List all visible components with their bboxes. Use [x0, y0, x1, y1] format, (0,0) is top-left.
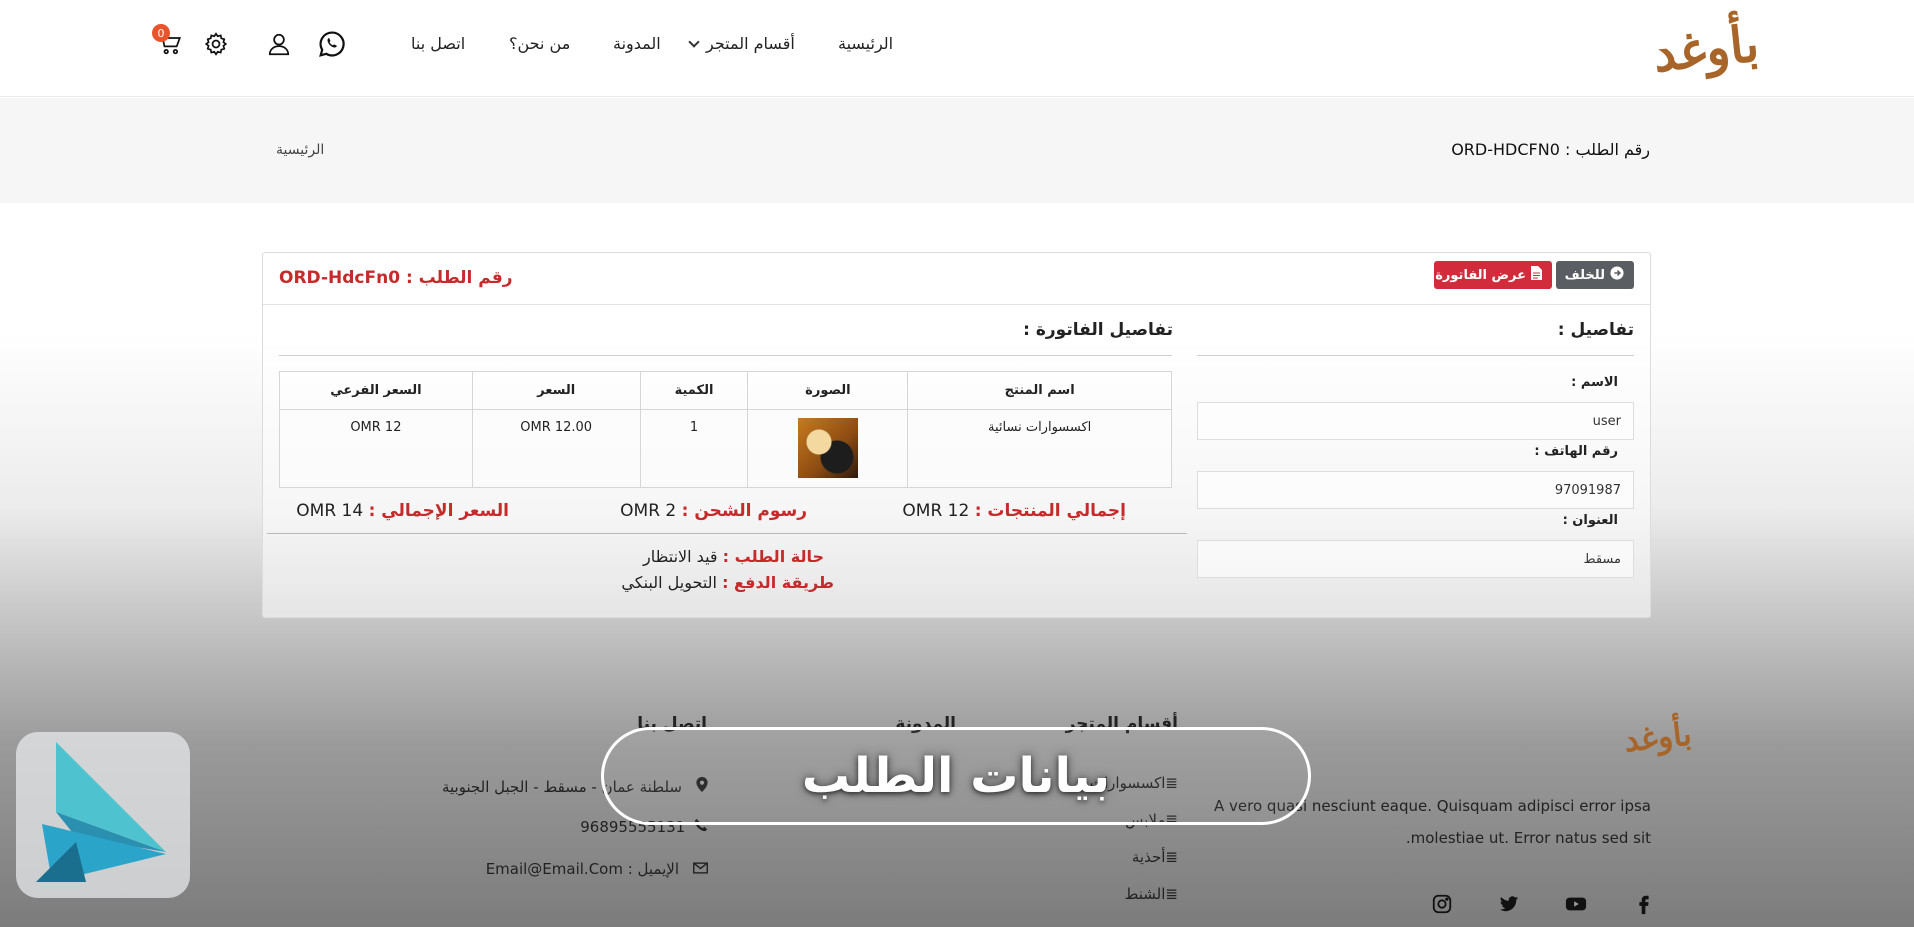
col-subtotal: السعر الفرعي	[279, 371, 473, 410]
nav-store-sections-label: أقسام المتجر	[706, 34, 795, 53]
back-button[interactable]: للخلف	[1556, 261, 1634, 289]
site-logo[interactable]: بأوغد	[1650, 1, 1761, 95]
grand-total-value: OMR 14	[296, 501, 364, 521]
table-row: اكسسوارات نسائية 1 OMR 12.00 OMR 12	[279, 409, 1172, 488]
grand-total: السعر الإجمالي : OMR 14	[296, 501, 509, 521]
cell-quantity: 1	[639, 409, 749, 488]
totals-divider	[267, 533, 1187, 534]
payment-method-value: التحويل البنكي	[621, 573, 717, 592]
nav-store-sections[interactable]: أقسام المتجر	[688, 34, 795, 53]
payment-method-label: طريقة الدفع :	[722, 573, 834, 592]
order-status: حالة الطلب : قيد الانتظار	[643, 547, 824, 566]
shipping-fee: رسوم الشحن : OMR 2	[620, 501, 807, 521]
whatsapp-icon[interactable]	[318, 30, 346, 58]
invoice-divider	[279, 355, 1172, 356]
view-invoice-label: عرض الفاتورة	[1435, 267, 1526, 283]
footer-link-label: أحذية	[1131, 848, 1166, 866]
order-status-value: قيد الانتظار	[643, 547, 718, 566]
grand-total-label: السعر الإجمالي :	[368, 501, 509, 521]
footer-email: الإيميل : Email@Email.Com	[486, 860, 708, 878]
products-total-label: إجمالي المنتجات :	[974, 501, 1126, 521]
card-order-title: رقم الطلب : ORD-HdcFn0	[279, 268, 513, 288]
order-status-label: حالة الطلب :	[722, 547, 824, 566]
product-thumbnail[interactable]	[797, 418, 858, 478]
twitter-icon[interactable]	[1498, 893, 1520, 915]
col-product-name: اسم المنتج	[907, 371, 1172, 410]
page-order-number: رقم الطلب : ORD-HDCFN0	[1451, 140, 1650, 159]
footer-link-label: الشنط	[1124, 885, 1166, 903]
nav-blog[interactable]: المدونة	[613, 34, 661, 53]
cart-icon[interactable]: 0	[152, 24, 184, 58]
channel-logo-watermark	[16, 732, 190, 898]
overlay-title-banner: بيانات الطلب	[601, 727, 1311, 825]
view-invoice-button[interactable]: عرض الفاتورة	[1434, 261, 1552, 289]
shipping-fee-value: OMR 2	[620, 501, 677, 521]
youtube-icon[interactable]	[1565, 893, 1588, 915]
col-price: السعر	[471, 371, 641, 410]
breadcrumb-bar: رقم الطلب : ORD-HDCFN0 الرئيسية	[0, 98, 1914, 203]
nav-home[interactable]: الرئيسية	[838, 34, 893, 53]
address-field[interactable]: مسقط	[1197, 540, 1634, 578]
order-details-card: رقم الطلب : ORD-HdcFn0 للخلف عرض الفاتور…	[262, 252, 1651, 618]
card-header: رقم الطلب : ORD-HdcFn0 للخلف عرض الفاتور…	[263, 253, 1650, 305]
breadcrumb-home[interactable]: الرئيسية	[276, 142, 324, 158]
user-icon[interactable]	[265, 30, 293, 58]
details-title: تفاصيل :	[1557, 320, 1634, 340]
address-label: العنوان :	[1562, 513, 1618, 528]
col-image: الصورة	[747, 371, 909, 410]
table-header-row: اسم المنتج الصورة الكمية السعر السعر الف…	[279, 371, 1172, 410]
order-items-table: اسم المنتج الصورة الكمية السعر السعر الف…	[279, 371, 1172, 488]
back-button-label: للخلف	[1564, 267, 1605, 283]
nav-contact[interactable]: اتصل بنا	[411, 34, 465, 53]
details-divider	[1197, 355, 1634, 356]
cart-count-badge: 0	[152, 24, 170, 42]
products-total: إجمالي المنتجات : OMR 12	[902, 501, 1126, 521]
cell-subtotal: OMR 12	[279, 409, 473, 488]
col-quantity: الكمية	[639, 371, 749, 410]
phone-field[interactable]: 97091987	[1197, 471, 1634, 509]
nav-about[interactable]: من نحن؟	[509, 34, 570, 53]
phone-label: رقم الهاتف :	[1534, 444, 1618, 459]
cell-image	[747, 409, 909, 488]
arrow-right-circle-icon	[1610, 266, 1624, 284]
shipping-fee-label: رسوم الشحن :	[681, 501, 807, 521]
invoice-title: تفاصيل الفاتورة :	[1023, 320, 1173, 340]
payment-method: طريقة الدفع : التحويل البنكي	[621, 573, 834, 592]
footer-email-text: الإيميل : Email@Email.Com	[485, 860, 679, 878]
instagram-icon[interactable]	[1431, 893, 1453, 915]
footer-logo[interactable]: بأوغد	[1623, 715, 1694, 760]
gear-icon[interactable]	[202, 30, 230, 58]
products-total-value: OMR 12	[902, 501, 970, 521]
name-label: الاسم :	[1571, 375, 1618, 390]
facebook-icon[interactable]	[1633, 893, 1655, 915]
cell-product-name: اكسسوارات نسائية	[907, 409, 1172, 488]
overlay-title-text: بيانات الطلب	[801, 748, 1111, 804]
site-header: بأوغد الرئيسية أقسام المتجر المدونة من ن…	[0, 0, 1914, 97]
footer-link-shoes[interactable]: ≣أحذية	[1132, 848, 1178, 866]
chevron-down-icon	[688, 36, 700, 48]
envelope-icon	[693, 860, 708, 878]
footer-about-line-2: .molestiae ut. Error natus sed sit	[1405, 829, 1651, 847]
footer-link-bags[interactable]: ≣الشنط	[1125, 885, 1178, 903]
cell-price: OMR 12.00	[471, 409, 641, 488]
name-field[interactable]: user	[1197, 402, 1634, 440]
file-icon	[1531, 266, 1542, 284]
